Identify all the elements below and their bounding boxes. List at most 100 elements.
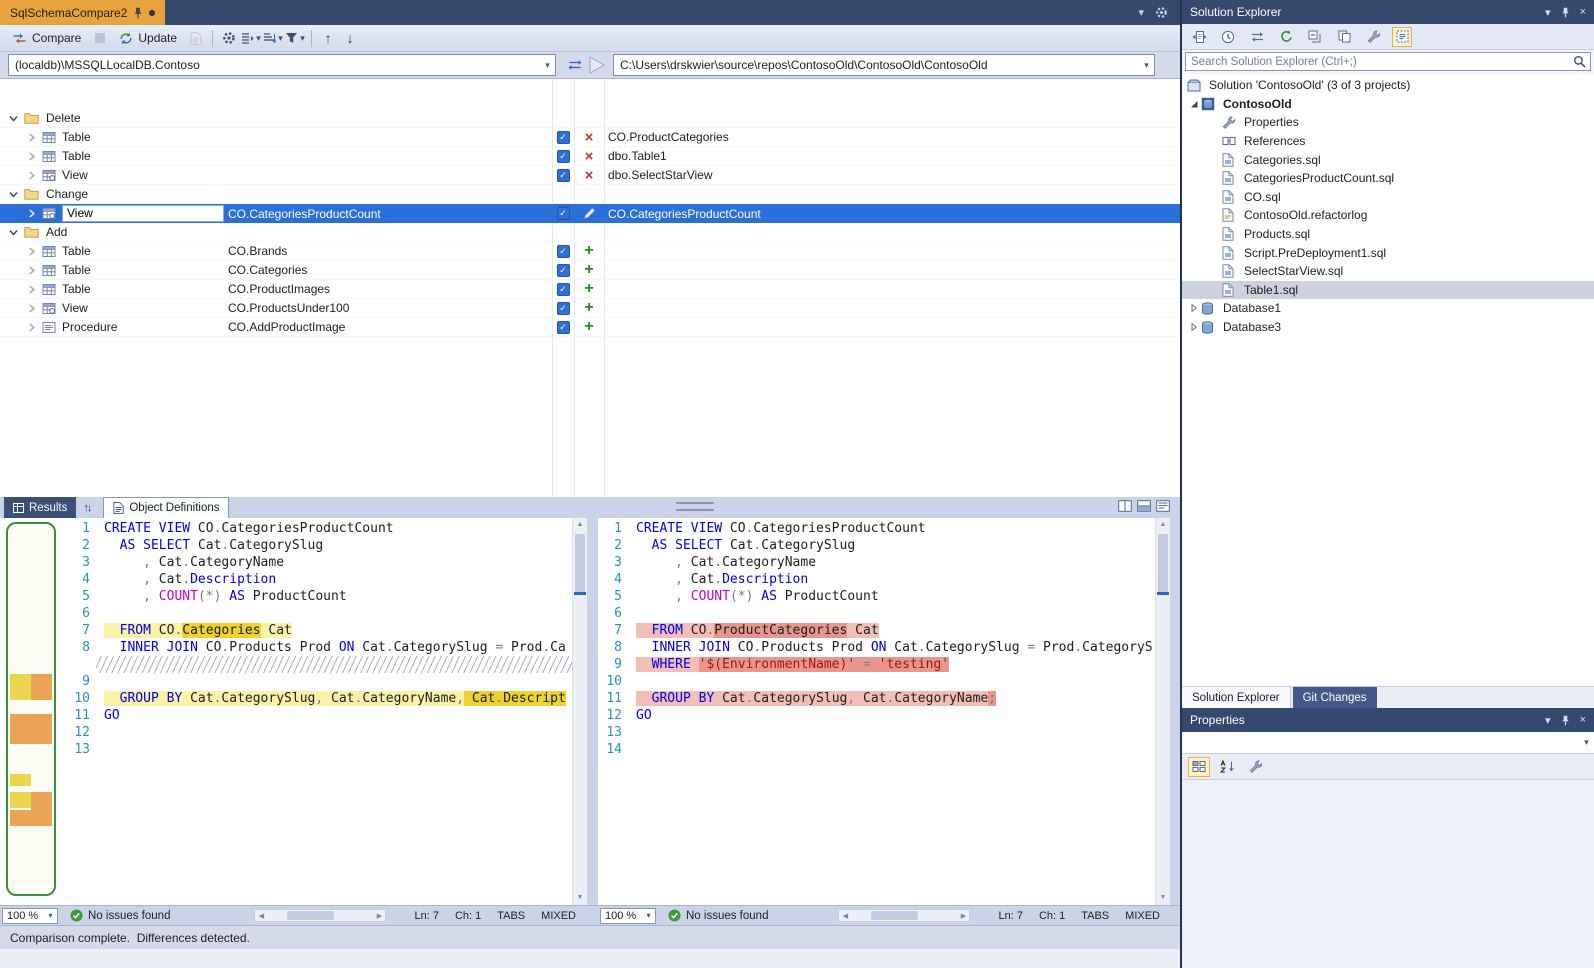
inline-view-icon[interactable] (1156, 500, 1170, 512)
combobox-dropdown-icon[interactable]: ▾ (642, 911, 655, 920)
scrollbar-thumb[interactable] (871, 911, 919, 920)
options-gear-icon[interactable] (218, 27, 240, 49)
pending-changes-filter-icon[interactable] (1218, 27, 1238, 47)
filter-dropdown-icon[interactable]: ▾ (284, 27, 306, 49)
tree-item-script-predeployment1-sql[interactable]: Script.PreDeployment1.sql (1182, 243, 1594, 262)
include-checkbox[interactable]: ✓ (552, 264, 574, 277)
include-checkbox[interactable]: ✓ (552, 283, 574, 296)
group-results-dropdown-icon[interactable]: ▾ (240, 27, 262, 49)
zoom-combobox[interactable]: 100 % ▾ (600, 908, 656, 924)
collapse-arrow-icon[interactable] (1187, 99, 1201, 109)
tree-item-database3[interactable]: Database3 (1182, 318, 1594, 337)
include-checkbox[interactable]: ✓ (552, 169, 574, 182)
scroll-up-icon[interactable]: ▲ (1156, 518, 1170, 532)
horizontal-split-icon[interactable] (1137, 500, 1151, 512)
expand-chevron-icon[interactable] (26, 208, 42, 219)
expand-chevron-icon[interactable] (26, 303, 42, 314)
alphabetical-sort-icon[interactable] (1216, 757, 1238, 777)
diff-row-dbo-table1[interactable]: Table✓×dbo.Table1 (0, 147, 1180, 166)
properties-object-combobox[interactable]: ▾ (1182, 732, 1594, 754)
vertical-split-icon[interactable] (1118, 500, 1132, 512)
tree-item-categoriesproductcount-sql[interactable]: CategoriesProductCount.sql (1182, 169, 1594, 188)
combobox-dropdown-icon[interactable]: ▾ (1579, 732, 1594, 753)
inline-type-editor[interactable]: View (62, 205, 224, 222)
update-button[interactable]: Update (111, 27, 185, 49)
scroll-right-icon[interactable]: ▶ (373, 912, 385, 920)
tree-item-products-sql[interactable]: Products.sql (1182, 225, 1594, 244)
window-position-chevron-icon[interactable]: ▾ (1545, 714, 1551, 727)
collapse-chevron-icon[interactable] (8, 189, 24, 200)
pane-splitter[interactable] (587, 518, 598, 905)
expand-chevron-icon[interactable] (26, 265, 42, 276)
expand-chevron-icon[interactable] (26, 132, 42, 143)
window-position-chevron-icon[interactable]: ▾ (1545, 6, 1551, 19)
include-checkbox[interactable]: ✓ (552, 321, 574, 334)
scroll-right-icon[interactable]: ▶ (957, 912, 969, 920)
show-all-files-icon[interactable] (1392, 27, 1412, 47)
combobox-dropdown-icon[interactable]: ▾ (540, 55, 555, 75)
search-icon[interactable] (1573, 55, 1586, 68)
expand-chevron-icon[interactable] (26, 151, 42, 162)
sort-order-icon[interactable]: ↑↓ (76, 497, 97, 518)
vertical-scrollbar[interactable]: ▲ ▼ (1155, 518, 1170, 905)
scroll-up-icon[interactable]: ▲ (573, 518, 587, 532)
diff-overview-map[interactable] (6, 522, 56, 896)
refresh-icon[interactable] (1276, 27, 1296, 47)
tree-item-selectstarview-sql[interactable]: SelectStarView.sql (1182, 262, 1594, 281)
include-checkbox[interactable]: ✓ (552, 131, 574, 144)
horizontal-scrollbar[interactable]: ◀ ▶ (838, 909, 970, 922)
sort-results-dropdown-icon[interactable]: ▾ (262, 27, 284, 49)
scroll-left-icon[interactable]: ◀ (255, 912, 267, 920)
target-sql-editor[interactable]: 1CREATE VIEW CO.CategoriesProductCount2 … (598, 520, 1155, 905)
diff-row-co-categories[interactable]: TableCO.Categories✓+ (0, 261, 1180, 280)
combobox-dropdown-icon[interactable]: ▾ (44, 911, 57, 920)
sync-with-active-document-icon[interactable] (1189, 27, 1209, 47)
diff-row-co-addproductimage[interactable]: ProcedureCO.AddProductImage✓+ (0, 318, 1180, 337)
group-row-add[interactable]: Add (0, 223, 1180, 242)
expand-chevron-icon[interactable] (26, 322, 42, 333)
scroll-down-icon[interactable]: ▼ (1156, 891, 1170, 905)
diff-row-co-productcategories[interactable]: Table✓×CO.ProductCategories (0, 128, 1180, 147)
tree-item-solution-contosoold-3-of-3-projects[interactable]: Solution 'ContosoOld' (3 of 3 projects) (1182, 76, 1594, 95)
tree-item-references[interactable]: References (1182, 132, 1594, 151)
next-difference-icon[interactable]: ↓ (339, 27, 361, 49)
search-input[interactable] (1185, 52, 1591, 71)
collapse-chevron-icon[interactable] (8, 227, 24, 238)
diff-row-co-productsunder100[interactable]: ViewCO.ProductsUnder100✓+ (0, 299, 1180, 318)
pin-icon[interactable] (133, 7, 143, 19)
pin-icon[interactable] (1561, 7, 1570, 18)
include-checkbox[interactable]: ✓ (552, 245, 574, 258)
solution-explorer-header[interactable]: Solution Explorer ▾ × (1182, 0, 1594, 24)
tree-item-properties[interactable]: Properties (1182, 113, 1594, 132)
tab-sqlschemacompare2[interactable]: SqlSchemaCompare2 (0, 0, 165, 25)
tab-options-gear-icon[interactable] (1155, 6, 1168, 19)
scroll-down-icon[interactable]: ▼ (573, 891, 587, 905)
tab-results[interactable]: Results (4, 497, 76, 518)
tree-item-categories-sql[interactable]: Categories.sql (1182, 150, 1594, 169)
tree-item-contosoold-refactorlog[interactable]: ContosoOld.refactorlog (1182, 206, 1594, 225)
pin-icon[interactable] (1561, 715, 1570, 726)
collapse-all-icon[interactable] (1305, 27, 1325, 47)
properties-wrench-icon[interactable] (1363, 27, 1383, 47)
previous-difference-icon[interactable]: ↑ (317, 27, 339, 49)
tree-item-contosoold[interactable]: ContosoOld (1182, 95, 1594, 114)
close-icon[interactable]: × (1580, 6, 1586, 18)
collapse-chevron-icon[interactable] (8, 113, 24, 124)
include-checkbox[interactable]: ✓ (552, 207, 574, 220)
tab-git-changes[interactable]: Git Changes (1293, 687, 1377, 708)
vertical-scrollbar[interactable]: ▲ ▼ (572, 518, 587, 905)
tree-item-database1[interactable]: Database1 (1182, 299, 1594, 318)
close-icon[interactable]: × (1580, 714, 1586, 726)
diff-row-co-brands[interactable]: TableCO.Brands✓+ (0, 242, 1180, 261)
nest-files-icon[interactable] (1334, 27, 1354, 47)
horizontal-scrollbar[interactable]: ◀ ▶ (254, 909, 386, 922)
tree-item-co-sql[interactable]: CO.sql (1182, 188, 1594, 207)
property-pages-wrench-icon[interactable] (1244, 757, 1266, 777)
combobox-dropdown-icon[interactable]: ▾ (1139, 55, 1154, 75)
diff-row-co-productimages[interactable]: TableCO.ProductImages✓+ (0, 280, 1180, 299)
group-row-delete[interactable]: Delete (0, 109, 1180, 128)
tree-item-table1-sql[interactable]: Table1.sql (1182, 281, 1594, 300)
properties-header[interactable]: Properties ▾ × (1182, 708, 1594, 732)
diff-row-dbo-selectstarview[interactable]: View✓×dbo.SelectStarView (0, 166, 1180, 185)
swap-source-target-button[interactable] (566, 58, 584, 72)
